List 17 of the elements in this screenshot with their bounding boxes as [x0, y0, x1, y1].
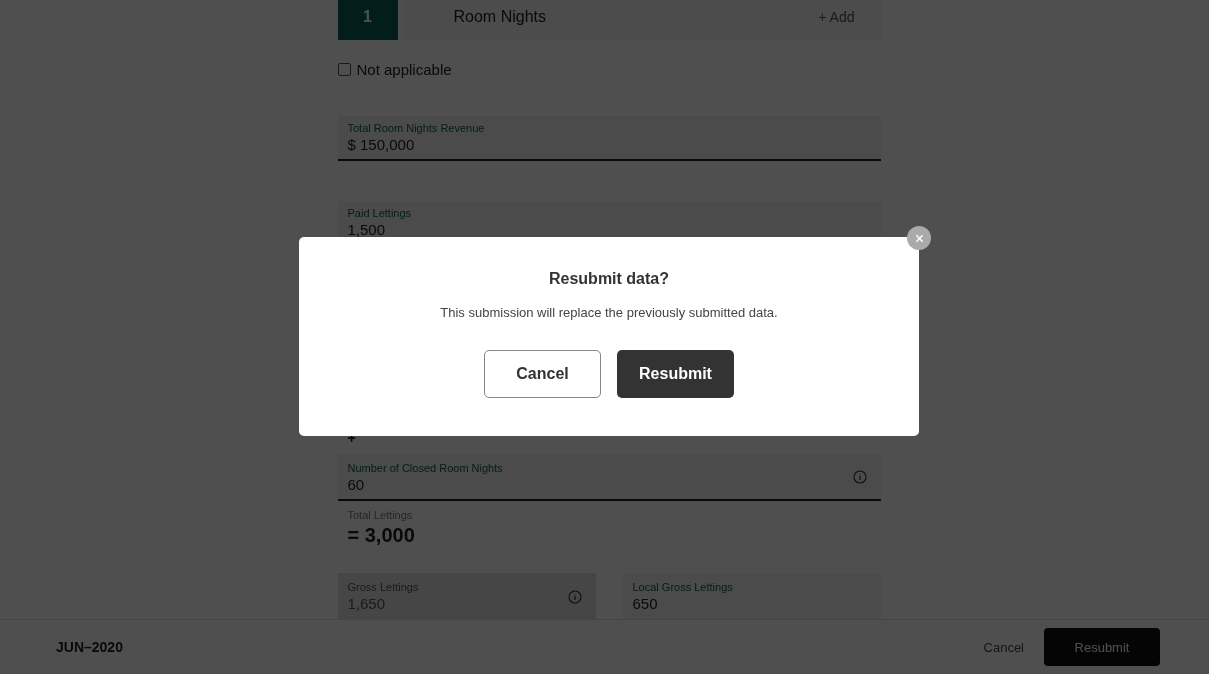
step-number: 1 — [337, 0, 398, 40]
step-title: Room Nights — [453, 7, 546, 26]
total-value: = 3,000 — [347, 524, 416, 548]
resubmit-button[interactable]: Resubmit — [617, 350, 734, 398]
dialog-title: Resubmit data? — [549, 270, 669, 288]
close-icon[interactable] — [907, 226, 931, 250]
resubmit-button[interactable]: Resubmit — [1044, 628, 1160, 666]
cancel-button[interactable]: Cancel — [977, 638, 1030, 656]
input-field[interactable]: Total Room Nights Revenue $ 150,000 — [337, 115, 881, 162]
dialog-message: This submission will replace the previously submitted data. — [440, 305, 778, 320]
input-field[interactable]: Local Gross Lettings 650 — [622, 573, 881, 619]
checkbox-label: Not applicable — [356, 60, 452, 78]
input-field[interactable]: Number of Closed Room Nights 60 — [337, 453, 881, 502]
cancel-button[interactable]: Cancel — [484, 350, 601, 398]
info-icon[interactable] — [852, 470, 867, 485]
period-label: JUN–2020 — [56, 639, 123, 655]
checkbox[interactable] — [337, 62, 351, 76]
